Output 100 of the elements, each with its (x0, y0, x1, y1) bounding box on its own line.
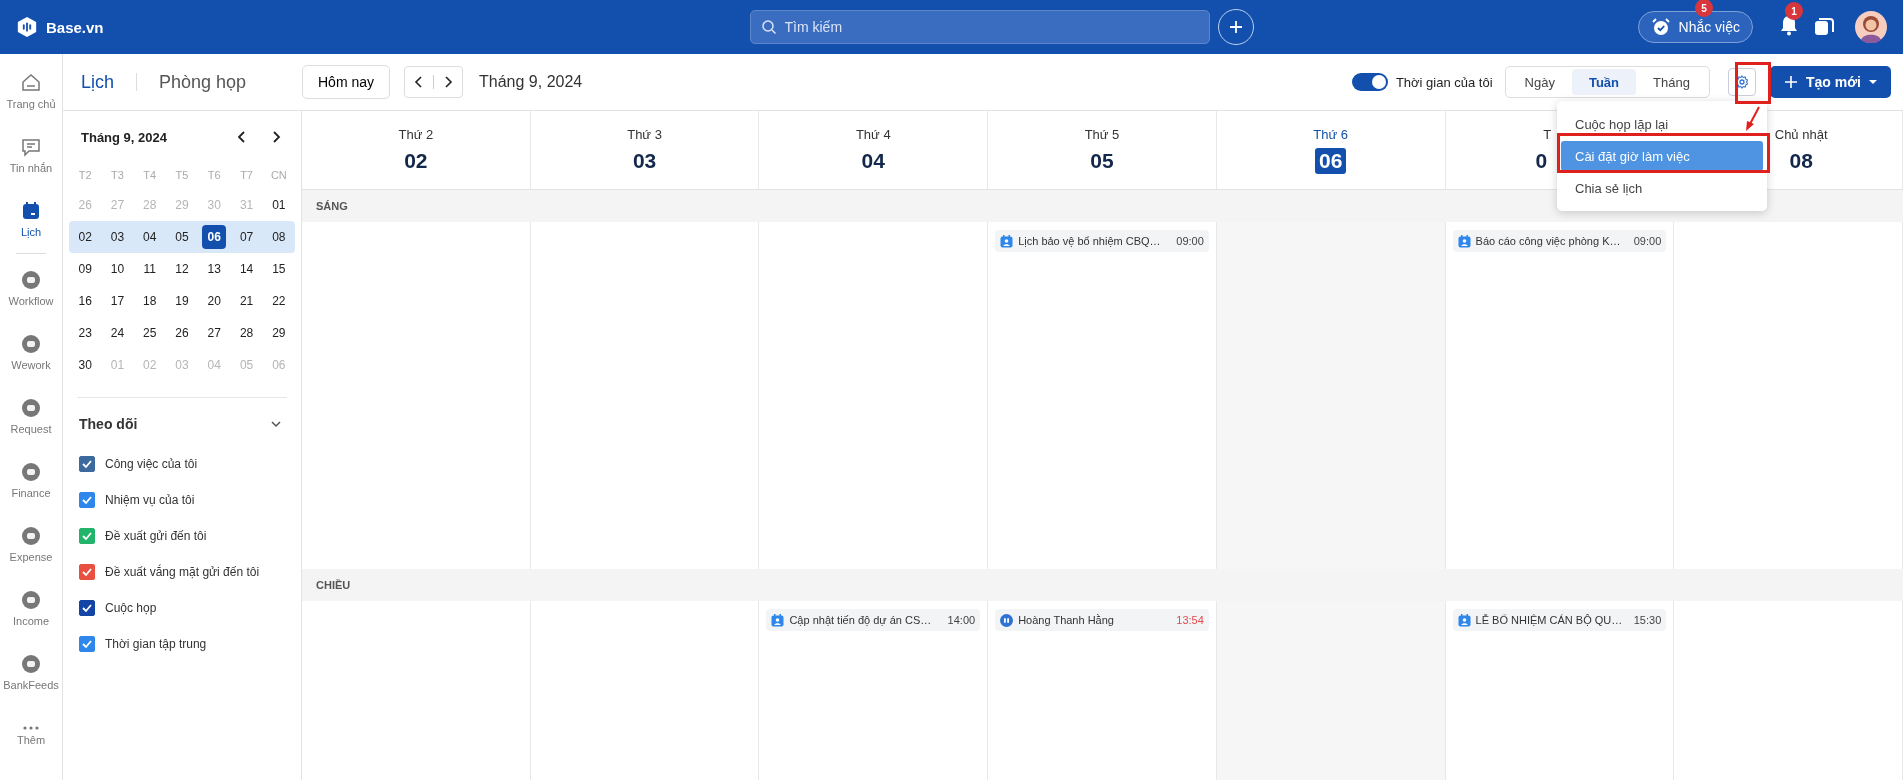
menu-item[interactable]: Cuộc họp lặp lại (1561, 109, 1763, 139)
mini-calendar-day[interactable]: 27 (202, 321, 227, 345)
weekday-label: Thứ 4 (855, 126, 891, 142)
checkbox-label: Nhiệm vụ của tôi (105, 493, 195, 507)
mini-calendar-day[interactable]: 09 (73, 257, 98, 281)
event-card[interactable]: LỄ BỔ NHIỆM CÁN BỘ QU… 15:30 (1452, 609, 1667, 631)
avatar[interactable] (1855, 11, 1887, 43)
rail-item[interactable]: Wework (0, 320, 62, 384)
section-title: Theo dõi (79, 416, 138, 432)
module-tab[interactable]: Phòng họp (159, 71, 247, 93)
logo-icon (16, 16, 38, 38)
event-card[interactable]: Lịch bảo vệ bổ nhiệm CBQ… 09:00 (995, 230, 1209, 252)
checkbox[interactable] (79, 456, 95, 472)
mini-calendar-day[interactable]: 28 (234, 321, 259, 345)
event-card[interactable]: Cập nhật tiến độ dự án CS… 14:00 (766, 609, 981, 631)
event-card[interactable]: Báo cáo công việc phòng K… 09:00 (1452, 230, 1667, 252)
event-title: Cập nhật tiến độ dự án CS… (789, 614, 933, 626)
mini-calendar-day[interactable]: 18 (137, 289, 162, 313)
weekday-label: T3 (110, 169, 125, 181)
create-button[interactable]: Tạo mới (1769, 66, 1891, 98)
mini-calendar-day[interactable]: 29 (266, 321, 291, 345)
toggle-switch[interactable] (1351, 73, 1388, 91)
mini-calendar-day[interactable]: 13 (202, 257, 227, 281)
rail-item[interactable]: Request (0, 384, 62, 448)
rail-item[interactable]: Finance (0, 448, 62, 512)
mini-calendar-day[interactable]: 22 (266, 289, 291, 313)
alarm-clock-icon (1650, 17, 1671, 37)
meeting-icon (1000, 234, 1014, 248)
mini-calendar-day[interactable]: 07 (234, 225, 259, 249)
checkbox[interactable] (79, 600, 95, 616)
weekday-label: Chủ nhật (1774, 126, 1828, 142)
more-icon (22, 726, 40, 730)
menu-item[interactable]: Chia sẻ lịch (1561, 173, 1763, 203)
highlight-box (1735, 62, 1771, 104)
event-title: LỄ BỔ NHIỆM CÁN BỘ QU… (1475, 614, 1624, 626)
mini-calendar-day[interactable]: 20 (202, 289, 227, 313)
app-icon (20, 269, 42, 291)
meeting-icon (1457, 234, 1471, 248)
rail-item[interactable]: BankFeeds (0, 640, 62, 704)
mini-calendar-day[interactable]: 03 (105, 225, 130, 249)
date-number: 04 (860, 147, 886, 174)
rail-item[interactable]: Trang chủ (0, 59, 62, 123)
module-tab[interactable]: Lịch (81, 71, 115, 93)
mini-calendar-day[interactable]: 04 (137, 225, 162, 249)
rail-item[interactable]: Income (0, 576, 62, 640)
date-number: 06 (1315, 147, 1347, 174)
brand-name: Base.vn (46, 18, 104, 36)
notification-badge: 1 (1785, 2, 1803, 20)
rail-item[interactable]: Lịch (0, 187, 62, 251)
mini-calendar-day[interactable]: 24 (105, 321, 130, 345)
mini-calendar-day[interactable]: 17 (105, 289, 130, 313)
mini-calendar-day[interactable]: 21 (234, 289, 259, 313)
weekday-label: T7 (239, 169, 254, 181)
toggle-label: Thời gian của tôi (1395, 74, 1493, 90)
app-icon (20, 397, 42, 419)
mini-calendar-day[interactable]: 25 (137, 321, 162, 345)
mini-calendar-day[interactable]: 30 (73, 353, 98, 377)
search-icon (760, 19, 777, 35)
mini-calendar-day[interactable]: 11 (137, 257, 162, 281)
rail-item[interactable]: Workflow (0, 256, 62, 320)
search-field[interactable]: Tìm kiếm (749, 10, 1210, 44)
app-icon (20, 589, 42, 611)
mini-calendar-day[interactable]: 08 (266, 225, 291, 249)
mini-calendar-day[interactable]: 19 (170, 289, 194, 313)
mini-calendar-day[interactable]: 02 (73, 225, 98, 249)
event-time: 14:00 (947, 614, 976, 626)
weekday-label: T4 (142, 169, 158, 181)
mini-calendar-day[interactable]: 01 (266, 193, 291, 217)
checkbox[interactable] (79, 564, 95, 580)
mini-calendar-day[interactable]: 10 (105, 257, 130, 281)
caret-icon (1869, 80, 1877, 84)
weekday-label: T2 (77, 169, 93, 181)
weekday-label: T (1543, 126, 1552, 142)
app-icon (20, 333, 42, 355)
weekday-label: Thứ 2 (398, 126, 434, 142)
rail-item[interactable]: Expense (0, 512, 62, 576)
view-tab[interactable]: Tuần (1571, 69, 1637, 95)
mini-calendar-day[interactable]: 16 (73, 289, 98, 313)
today-button[interactable]: Hôm nay (302, 65, 391, 99)
checkbox[interactable] (79, 528, 95, 544)
mini-calendar-day[interactable]: 12 (170, 257, 194, 281)
rail-item[interactable]: Thêm (0, 704, 62, 768)
reminder-button[interactable]: Nhắc việc (1637, 11, 1753, 43)
windows-icon[interactable] (1813, 16, 1835, 38)
checkbox-label: Đề xuất gửi đến tôi (105, 529, 207, 543)
mini-calendar-day[interactable]: 06 (202, 225, 227, 249)
mini-calendar-day[interactable]: 15 (266, 257, 291, 281)
mini-calendar-day[interactable]: 26 (170, 321, 194, 345)
event-card[interactable]: Hoàng Thanh Hằng 13:54 (995, 609, 1209, 631)
section-label: CHIỀU (316, 579, 351, 591)
weekday-label: Thứ 3 (627, 126, 662, 142)
event-time: 13:54 (1176, 614, 1204, 626)
event-title: Lịch bảo vệ bổ nhiệm CBQ… (1018, 235, 1162, 247)
checkbox[interactable] (79, 492, 95, 508)
mini-calendar-day[interactable]: 23 (73, 321, 98, 345)
mini-calendar-day[interactable]: 05 (170, 225, 194, 249)
mini-calendar-day[interactable]: 14 (234, 257, 259, 281)
rail-item[interactable]: Tin nhắn (0, 123, 62, 187)
reminder-badge: 5 (1695, 0, 1713, 17)
checkbox[interactable] (79, 636, 95, 652)
